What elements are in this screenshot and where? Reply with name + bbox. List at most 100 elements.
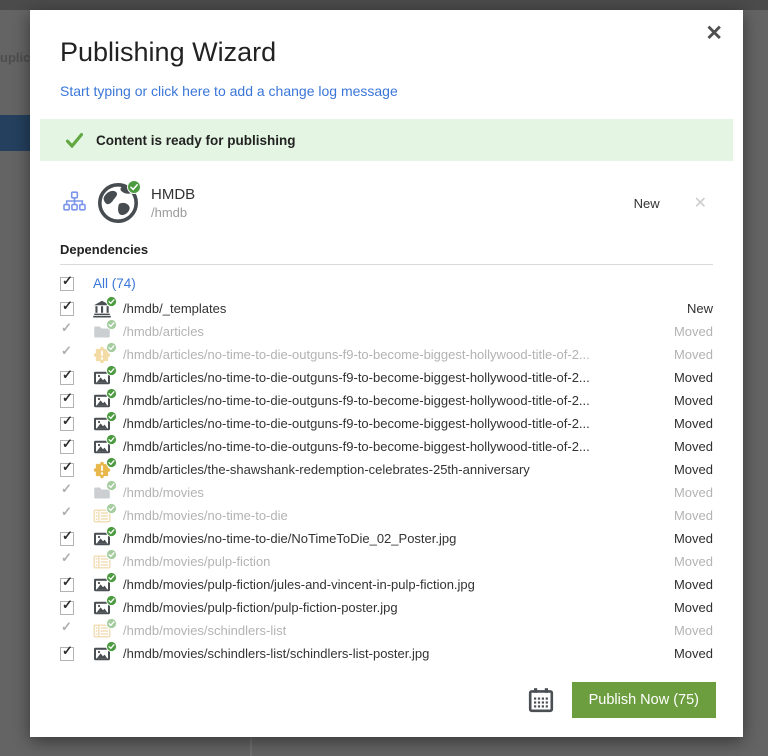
row-checkbox: ✓ [60,343,74,362]
node-path: /hmdb/articles/no-time-to-die-outguns-f9… [123,393,590,408]
templates-icon [93,295,117,318]
remove-item-icon[interactable]: ✕ [688,192,713,214]
status-banner: Content is ready for publishing [40,119,733,161]
node-path: /hmdb/movies/no-time-to-die [123,508,288,523]
checkbox-tick-icon: ✓ [62,458,73,474]
folder-icon [93,318,117,341]
close-icon[interactable]: ✕ [699,22,729,45]
select-all-row: ✓ All (74) [60,270,713,297]
checkbox-tick-icon: ✓ [62,412,73,428]
background-top-band [0,0,768,10]
status-label: Moved [673,577,713,592]
root-item-path: /hmdb [151,205,188,220]
row-checkbox[interactable]: ✓ [60,597,74,615]
status-label: Moved [673,324,713,339]
root-status-badge: New [633,195,660,211]
film-icon [93,548,117,571]
node-path: /hmdb/movies/pulp-fiction/jules-and-vinc… [123,577,475,592]
dependency-row: ✓ /hmdb/articles Moved [60,318,713,343]
image-icon [93,364,117,387]
dependency-row: ✓ /hmdb/articles/no-time-to-die-outguns-f… [60,341,713,366]
published-check-badge-icon [127,180,141,199]
node-path: /hmdb/articles/no-time-to-die-outguns-f9… [123,416,590,431]
checkbox-tick-icon: ✓ [61,342,72,358]
row-checkbox: ✓ [60,550,74,569]
node-path: /hmdb/articles/no-time-to-die-outguns-f9… [123,370,590,385]
success-check-icon [66,132,83,148]
checkbox-tick-icon: ✓ [62,527,73,543]
dependency-row: ✓ /hmdb/movies Moved [60,479,713,504]
dependency-row: ✓ /hmdb/articles/no-time-to-die-outguns-f… [60,433,713,458]
page-title: Publishing Wizard [60,37,277,67]
status-label: Moved [673,600,713,615]
site-globe-icon [97,180,141,224]
checkbox-tick-icon: ✓ [62,366,73,382]
status-label: Moved [673,393,713,408]
node-path: /hmdb/_templates [123,301,227,316]
dependency-row: ✓ /hmdb/articles/no-time-to-die-outguns-f… [60,410,713,435]
dependencies-header: Dependencies [60,242,713,265]
background-column-divider [250,737,252,756]
dialog-footer: Publish Now (75) [528,682,716,718]
row-checkbox[interactable]: ✓ [60,366,74,385]
select-all-checkbox[interactable]: ✓ [60,272,74,291]
dependency-row: ✓ /hmdb/movies/pulp-fiction/pulp-fiction-… [60,594,713,619]
status-label: Moved [673,531,713,546]
status-label: Moved [673,623,713,638]
checkbox-tick-icon: ✓ [62,642,73,658]
row-checkbox: ✓ [60,481,74,500]
checkbox-tick-icon: ✓ [62,297,73,313]
checkbox-tick-icon: ✓ [62,272,73,288]
status-label: Moved [673,646,713,661]
node-path: /hmdb/movies/no-time-to-die/NoTimeToDie_… [123,531,457,546]
checkbox-tick-icon: ✓ [61,319,72,335]
row-checkbox[interactable]: ✓ [60,642,74,661]
dependency-row: ✓ /hmdb/articles/the-shawshank-redemption… [60,456,713,481]
checkbox-tick-icon: ✓ [62,573,73,589]
status-banner-text: Content is ready for publishing [96,132,296,148]
row-checkbox[interactable]: ✓ [60,458,74,477]
folder-icon [93,479,117,502]
sitemap-tree-icon [62,190,87,216]
dependency-row: ✓ /hmdb/_templates New [60,295,713,320]
dependency-row: ✓ /hmdb/movies/pulp-fiction/jules-and-vin… [60,571,713,596]
row-checkbox[interactable]: ✓ [60,573,74,592]
node-path: /hmdb/articles [123,324,204,339]
root-item-labels: HMDB /hmdb [151,186,195,220]
schedule-calendar-icon[interactable] [528,687,554,713]
warning-icon [93,341,117,364]
select-all-label[interactable]: All (74) [93,276,136,291]
row-checkbox[interactable]: ✓ [60,297,74,316]
film-icon [93,617,117,640]
publishing-wizard-dialog: ✕ Publishing Wizard Start typing or clic… [30,10,743,737]
publish-now-button[interactable]: Publish Now (75) [571,682,716,718]
root-publish-item: HMDB /hmdb New ✕ [60,180,713,226]
row-checkbox[interactable]: ✓ [60,435,74,454]
dependency-row: ✓ /hmdb/movies/no-time-to-die Moved [60,502,713,527]
changelog-link[interactable]: Start typing or click here to add a chan… [60,83,713,99]
status-label: New [686,301,713,316]
image-icon [93,571,117,594]
status-label: Moved [673,370,713,385]
checkbox-tick-icon: ✓ [61,549,72,565]
row-checkbox[interactable]: ✓ [60,389,74,408]
image-icon [93,594,117,617]
dependency-row: ✓ /hmdb/movies/schindlers-list Moved [60,617,713,642]
status-label: Moved [673,485,713,500]
image-icon [93,433,117,456]
node-path: /hmdb/movies [123,485,204,500]
status-label: Moved [673,347,713,362]
row-checkbox: ✓ [60,504,74,523]
image-icon [93,387,117,410]
row-checkbox: ✓ [60,320,74,339]
film-icon [93,502,117,525]
status-label: Moved [673,416,713,431]
checkbox-tick-icon: ✓ [62,389,73,405]
row-checkbox[interactable]: ✓ [60,527,74,546]
image-icon [93,410,117,433]
image-icon [93,640,117,663]
checkbox-tick-icon: ✓ [62,435,73,451]
dependency-row: ✓ /hmdb/articles/no-time-to-die-outguns-f… [60,364,713,389]
checkbox-tick-icon: ✓ [61,480,72,496]
row-checkbox[interactable]: ✓ [60,412,74,431]
